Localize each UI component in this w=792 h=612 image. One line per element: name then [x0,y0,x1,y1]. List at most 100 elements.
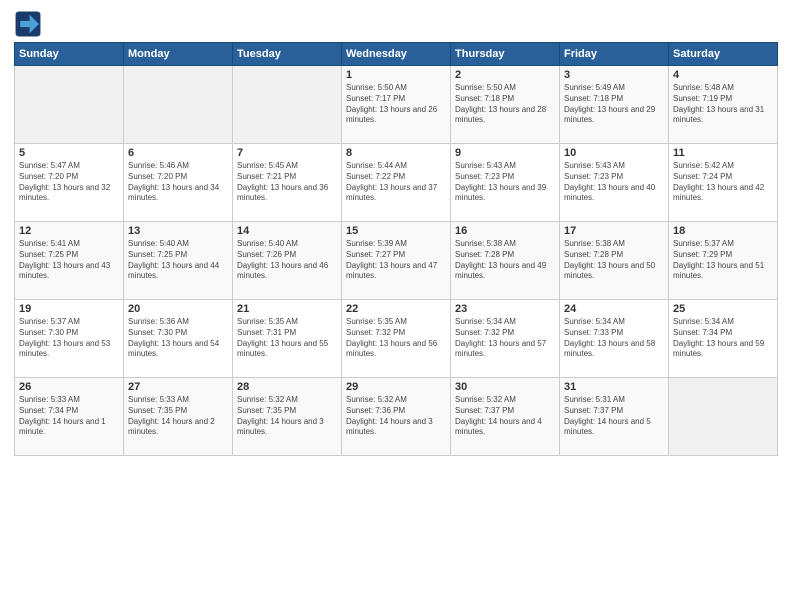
calendar-cell: 9 Sunrise: 5:43 AM Sunset: 7:23 PM Daylig… [451,144,560,222]
calendar-cell: 29 Sunrise: 5:32 AM Sunset: 7:36 PM Dayli… [342,378,451,456]
calendar-cell: 10 Sunrise: 5:43 AM Sunset: 7:23 PM Dayli… [560,144,669,222]
day-number: 5 [19,147,119,159]
weekday-header-cell: Friday [560,43,669,66]
logo-icon [14,10,42,38]
day-number: 12 [19,225,119,237]
day-number: 23 [455,303,555,315]
calendar-cell: 7 Sunrise: 5:45 AM Sunset: 7:21 PM Daylig… [233,144,342,222]
calendar-cell: 13 Sunrise: 5:40 AM Sunset: 7:25 PM Dayli… [124,222,233,300]
day-number: 15 [346,225,446,237]
cell-details: Sunrise: 5:43 AM Sunset: 7:23 PM Dayligh… [564,161,664,204]
calendar-cell: 19Sunrise: 5:37 AM Sunset: 7:30 PM Dayli… [15,300,124,378]
day-number: 20 [128,303,228,315]
day-number: 31 [564,381,664,393]
day-number: 26 [19,381,119,393]
day-number: 11 [673,147,773,159]
cell-details: Sunrise: 5:34 AM Sunset: 7:34 PM Dayligh… [673,317,773,360]
cell-details: Sunrise: 5:38 AM Sunset: 7:28 PM Dayligh… [455,239,555,282]
cell-details: Sunrise: 5:34 AM Sunset: 7:33 PM Dayligh… [564,317,664,360]
day-number: 6 [128,147,228,159]
cell-details: Sunrise: 5:40 AM Sunset: 7:25 PM Dayligh… [128,239,228,282]
calendar-cell: 17Sunrise: 5:38 AM Sunset: 7:28 PM Dayli… [560,222,669,300]
day-number: 1 [346,69,446,81]
cell-details: Sunrise: 5:36 AM Sunset: 7:30 PM Dayligh… [128,317,228,360]
day-number: 22 [346,303,446,315]
day-number: 8 [346,147,446,159]
cell-details: Sunrise: 5:43 AM Sunset: 7:23 PM Dayligh… [455,161,555,204]
calendar-week-row: 26 Sunrise: 5:33 AM Sunset: 7:34 PM Dayli… [15,378,778,456]
cell-details: Sunrise: 5:49 AM Sunset: 7:18 PM Dayligh… [564,83,664,126]
calendar-cell: 14Sunrise: 5:40 AM Sunset: 7:26 PM Dayli… [233,222,342,300]
calendar-cell: 4 Sunrise: 5:48 AM Sunset: 7:19 PM Daylig… [669,66,778,144]
cell-details: Sunrise: 5:35 AM Sunset: 7:31 PM Dayligh… [237,317,337,360]
cell-details: Sunrise: 5:47 AM Sunset: 7:20 PM Dayligh… [19,161,119,204]
day-number: 27 [128,381,228,393]
cell-details: Sunrise: 5:45 AM Sunset: 7:21 PM Dayligh… [237,161,337,204]
weekday-header-cell: Sunday [15,43,124,66]
day-number: 17 [564,225,664,237]
cell-details: Sunrise: 5:33 AM Sunset: 7:35 PM Dayligh… [128,395,228,438]
calendar-cell: 15 Sunrise: 5:39 AM Sunset: 7:27 PM Dayli… [342,222,451,300]
calendar-cell: 11 Sunrise: 5:42 AM Sunset: 7:24 PM Dayli… [669,144,778,222]
cell-details: Sunrise: 5:44 AM Sunset: 7:22 PM Dayligh… [346,161,446,204]
calendar-cell: 28 Sunrise: 5:32 AM Sunset: 7:35 PM Dayli… [233,378,342,456]
calendar-cell: 25 Sunrise: 5:34 AM Sunset: 7:34 PM Dayli… [669,300,778,378]
cell-details: Sunrise: 5:32 AM Sunset: 7:35 PM Dayligh… [237,395,337,438]
day-number: 14 [237,225,337,237]
day-number: 10 [564,147,664,159]
day-number: 24 [564,303,664,315]
page-container: SundayMondayTuesdayWednesdayThursdayFrid… [0,0,792,462]
cell-details: Sunrise: 5:46 AM Sunset: 7:20 PM Dayligh… [128,161,228,204]
cell-details: Sunrise: 5:37 AM Sunset: 7:30 PM Dayligh… [19,317,119,360]
weekday-header-cell: Monday [124,43,233,66]
day-number: 13 [128,225,228,237]
calendar-body: 1Sunrise: 5:50 AM Sunset: 7:17 PM Daylig… [15,66,778,456]
calendar-cell: 2 Sunrise: 5:50 AM Sunset: 7:18 PM Daylig… [451,66,560,144]
calendar-cell: 3 Sunrise: 5:49 AM Sunset: 7:18 PM Daylig… [560,66,669,144]
day-number: 18 [673,225,773,237]
calendar-week-row: 12Sunrise: 5:41 AM Sunset: 7:25 PM Dayli… [15,222,778,300]
day-number: 28 [237,381,337,393]
logo [14,10,46,38]
cell-details: Sunrise: 5:35 AM Sunset: 7:32 PM Dayligh… [346,317,446,360]
calendar-week-row: 5 Sunrise: 5:47 AM Sunset: 7:20 PM Daylig… [15,144,778,222]
calendar-cell: 24 Sunrise: 5:34 AM Sunset: 7:33 PM Dayli… [560,300,669,378]
cell-details: Sunrise: 5:33 AM Sunset: 7:34 PM Dayligh… [19,395,119,438]
day-number: 29 [346,381,446,393]
cell-details: Sunrise: 5:48 AM Sunset: 7:19 PM Dayligh… [673,83,773,126]
weekday-header-row: SundayMondayTuesdayWednesdayThursdayFrid… [15,43,778,66]
calendar-cell [233,66,342,144]
weekday-header-cell: Wednesday [342,43,451,66]
day-number: 30 [455,381,555,393]
day-number: 3 [564,69,664,81]
cell-details: Sunrise: 5:39 AM Sunset: 7:27 PM Dayligh… [346,239,446,282]
calendar-cell: 26 Sunrise: 5:33 AM Sunset: 7:34 PM Dayli… [15,378,124,456]
calendar-week-row: 1Sunrise: 5:50 AM Sunset: 7:17 PM Daylig… [15,66,778,144]
calendar-week-row: 19Sunrise: 5:37 AM Sunset: 7:30 PM Dayli… [15,300,778,378]
calendar-cell: 1Sunrise: 5:50 AM Sunset: 7:17 PM Daylig… [342,66,451,144]
calendar-cell: 16Sunrise: 5:38 AM Sunset: 7:28 PM Dayli… [451,222,560,300]
day-number: 7 [237,147,337,159]
calendar-cell: 12Sunrise: 5:41 AM Sunset: 7:25 PM Dayli… [15,222,124,300]
weekday-header-cell: Thursday [451,43,560,66]
calendar-cell: 27 Sunrise: 5:33 AM Sunset: 7:35 PM Dayli… [124,378,233,456]
weekday-header-cell: Saturday [669,43,778,66]
calendar-cell [669,378,778,456]
cell-details: Sunrise: 5:32 AM Sunset: 7:36 PM Dayligh… [346,395,446,438]
calendar-cell: 30 Sunrise: 5:32 AM Sunset: 7:37 PM Dayli… [451,378,560,456]
cell-details: Sunrise: 5:34 AM Sunset: 7:32 PM Dayligh… [455,317,555,360]
day-number: 9 [455,147,555,159]
day-number: 2 [455,69,555,81]
cell-details: Sunrise: 5:42 AM Sunset: 7:24 PM Dayligh… [673,161,773,204]
cell-details: Sunrise: 5:32 AM Sunset: 7:37 PM Dayligh… [455,395,555,438]
cell-details: Sunrise: 5:50 AM Sunset: 7:18 PM Dayligh… [455,83,555,126]
calendar-cell: 6 Sunrise: 5:46 AM Sunset: 7:20 PM Daylig… [124,144,233,222]
calendar-table: SundayMondayTuesdayWednesdayThursdayFrid… [14,42,778,456]
calendar-cell: 31 Sunrise: 5:31 AM Sunset: 7:37 PM Dayli… [560,378,669,456]
cell-details: Sunrise: 5:31 AM Sunset: 7:37 PM Dayligh… [564,395,664,438]
day-number: 4 [673,69,773,81]
weekday-header-cell: Tuesday [233,43,342,66]
day-number: 25 [673,303,773,315]
calendar-cell: 22 Sunrise: 5:35 AM Sunset: 7:32 PM Dayli… [342,300,451,378]
calendar-cell: 20 Sunrise: 5:36 AM Sunset: 7:30 PM Dayli… [124,300,233,378]
